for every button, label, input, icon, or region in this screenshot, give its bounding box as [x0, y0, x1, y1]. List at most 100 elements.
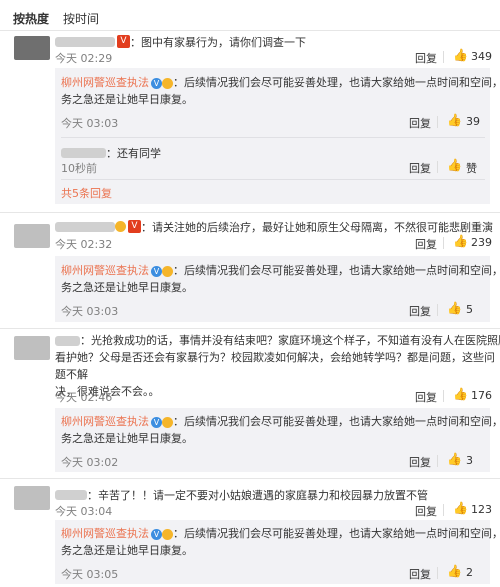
official-reply-text: ：后续情况我们会尽可能妥善处理，也请大家给她一点时间和空间，当: [173, 415, 500, 428]
comment-header: ：辛苦了！！请一定不要对小姑娘遭遇的家庭暴力和校园暴力放置不管: [55, 484, 428, 504]
official-reply: 柳州网警巡查执法 V ：后续情况我们会尽可能妥善处理，也请大家给她一点时间和空间，当…: [61, 413, 500, 447]
like-count: 349: [471, 50, 492, 63]
divider: [443, 390, 444, 402]
reply-button[interactable]: 回复: [415, 236, 437, 252]
comment-header: V ：图中有家暴行为，请你们调查一下: [55, 31, 306, 51]
medal-icon: [162, 528, 173, 540]
divider: [437, 161, 438, 173]
reply-time: 今天 03:02: [61, 456, 119, 469]
verified-icon: V: [151, 416, 162, 428]
verified-icon: V: [151, 265, 162, 277]
medal-icon: [162, 416, 173, 428]
official-reply-text-cont: 务之急还是让她早日康复。: [61, 93, 193, 106]
official-reply: 柳州网警巡查执法 V ：后续情况我们会尽可能妥善处理，也请大家给她一点时间和空间，当…: [61, 262, 500, 296]
divider: [61, 137, 485, 138]
comment-time: 今天 03:04: [55, 505, 113, 518]
reply-thread: 柳州网警巡查执法 V ：后续情况我们会尽可能妥善处理，也请大家给她一点时间和空间，当…: [55, 408, 500, 472]
official-reply-text: ：后续情况我们会尽可能妥善处理，也请大家给她一点时间和空间，当: [173, 264, 500, 277]
like-count: 5: [466, 303, 473, 316]
comment-time: 今天 02:32: [55, 238, 113, 251]
sort-tab-bar: 按热度 按时间: [0, 0, 500, 31]
reply-button[interactable]: 回复: [415, 389, 437, 405]
reply-button[interactable]: 回复: [409, 160, 431, 176]
divider: [443, 504, 444, 516]
username-blurred[interactable]: [61, 147, 106, 158]
verified-icon: V: [151, 528, 162, 540]
view-more-replies-link[interactable]: 共5条回复: [61, 185, 112, 201]
comment-text-cont: 看护她？父母是否还会有家暴行为？校园欺凌如何解决，会给她转学吗？都是问题，这些问…: [55, 351, 495, 381]
like-count: 239: [471, 236, 492, 249]
tab-sort-by-time[interactable]: 按时间: [63, 10, 99, 27]
like-icon[interactable]: 👍: [447, 452, 462, 466]
medal-icon: [162, 77, 173, 89]
like-icon[interactable]: 👍: [447, 564, 462, 578]
tab-sort-by-hot[interactable]: 按热度: [13, 10, 49, 27]
like-icon[interactable]: 👍: [453, 234, 468, 248]
fan-badge-icon: V: [128, 220, 141, 233]
reply-thread: 柳州网警巡查执法 V ：后续情况我们会尽可能妥善处理，也请大家给她一点时间和空间，当…: [55, 256, 500, 322]
like-label: 赞: [466, 162, 477, 175]
username-blurred[interactable]: [55, 489, 87, 500]
official-reply-text-cont: 务之急还是让她早日康复。: [61, 544, 193, 557]
reply-button[interactable]: 回复: [415, 503, 437, 519]
comment-time: 今天 02:29: [55, 52, 113, 65]
like-count: 39: [466, 115, 480, 128]
verified-icon: V: [151, 77, 162, 89]
official-reply-text-cont: 务之急还是让她早日康复。: [61, 281, 193, 294]
like-icon[interactable]: 👍: [453, 387, 468, 401]
official-username[interactable]: 柳州网警巡查执法: [61, 76, 149, 89]
divider: [437, 455, 438, 467]
avatar[interactable]: [14, 36, 50, 60]
reply-button[interactable]: 回复: [409, 303, 431, 319]
avatar[interactable]: [14, 336, 50, 360]
reply-button[interactable]: 回复: [409, 454, 431, 470]
comment-divider: [0, 328, 500, 329]
comment-time: 今天 02:46: [55, 391, 113, 404]
official-reply-text: ：后续情况我们会尽可能妥善处理，也请大家给她一点时间和空间，当: [173, 76, 500, 89]
comment-divider: [0, 212, 500, 213]
comment-divider: [0, 478, 500, 479]
reply-time: 今天 03:03: [61, 305, 119, 318]
username-blurred[interactable]: [55, 36, 115, 47]
reply-button[interactable]: 回复: [409, 566, 431, 582]
official-username[interactable]: 柳州网警巡查执法: [61, 264, 149, 277]
username-blurred[interactable]: [55, 221, 115, 232]
like-count: 3: [466, 454, 473, 467]
fan-badge-icon: V: [117, 35, 130, 48]
comment-text: ：请关注她的后续治疗，最好让她和原生父母隔离，不然很可能悲剧重演: [141, 221, 493, 234]
avatar[interactable]: [14, 486, 50, 510]
official-reply: 柳州网警巡查执法 V ：后续情况我们会尽可能妥善处理，也请大家给她一点时间和空间，当…: [61, 74, 500, 108]
official-reply-text-cont: 务之急还是让她早日康复。: [61, 432, 193, 445]
sub-reply-time: 10秒前: [61, 162, 97, 175]
like-icon[interactable]: 👍: [453, 48, 468, 62]
reply-thread: 柳州网警巡查执法 V ：后续情况我们会尽可能妥善处理，也请大家给她一点时间和空间，当…: [55, 520, 500, 584]
like-icon[interactable]: 👍: [447, 301, 462, 315]
divider: [61, 179, 485, 180]
reply-time: 今天 03:05: [61, 568, 119, 581]
like-icon[interactable]: 👍: [453, 501, 468, 515]
divider: [437, 567, 438, 579]
like-count: 2: [466, 566, 473, 579]
like-icon[interactable]: 👍: [447, 113, 462, 127]
official-reply: 柳州网警巡查执法 V ：后续情况我们会尽可能妥善处理，也请大家给她一点时间和空间，当…: [61, 525, 500, 559]
like-count: 123: [471, 503, 492, 516]
medal-icon: [162, 265, 173, 277]
sub-reply-text: ：还有同学: [106, 147, 161, 160]
official-username[interactable]: 柳州网警巡查执法: [61, 415, 149, 428]
like-count: 176: [471, 389, 492, 402]
divider: [437, 304, 438, 316]
reply-thread: 柳州网警巡查执法 V ：后续情况我们会尽可能妥善处理，也请大家给她一点时间和空间，当…: [55, 68, 500, 204]
divider: [443, 237, 444, 249]
comment-text: ：图中有家暴行为，请你们调查一下: [130, 36, 306, 49]
username-blurred[interactable]: [55, 336, 80, 346]
divider: [437, 116, 438, 128]
comment-header: V ：请关注她的后续治疗，最好让她和原生父母隔离，不然很可能悲剧重演: [55, 216, 493, 236]
sub-reply: ：还有同学: [61, 142, 161, 162]
official-username[interactable]: 柳州网警巡查执法: [61, 527, 149, 540]
avatar[interactable]: [14, 224, 50, 248]
divider: [443, 51, 444, 63]
like-icon[interactable]: 👍: [447, 158, 462, 172]
reply-button[interactable]: 回复: [409, 115, 431, 131]
reply-time: 今天 03:03: [61, 117, 119, 130]
reply-button[interactable]: 回复: [415, 50, 437, 66]
